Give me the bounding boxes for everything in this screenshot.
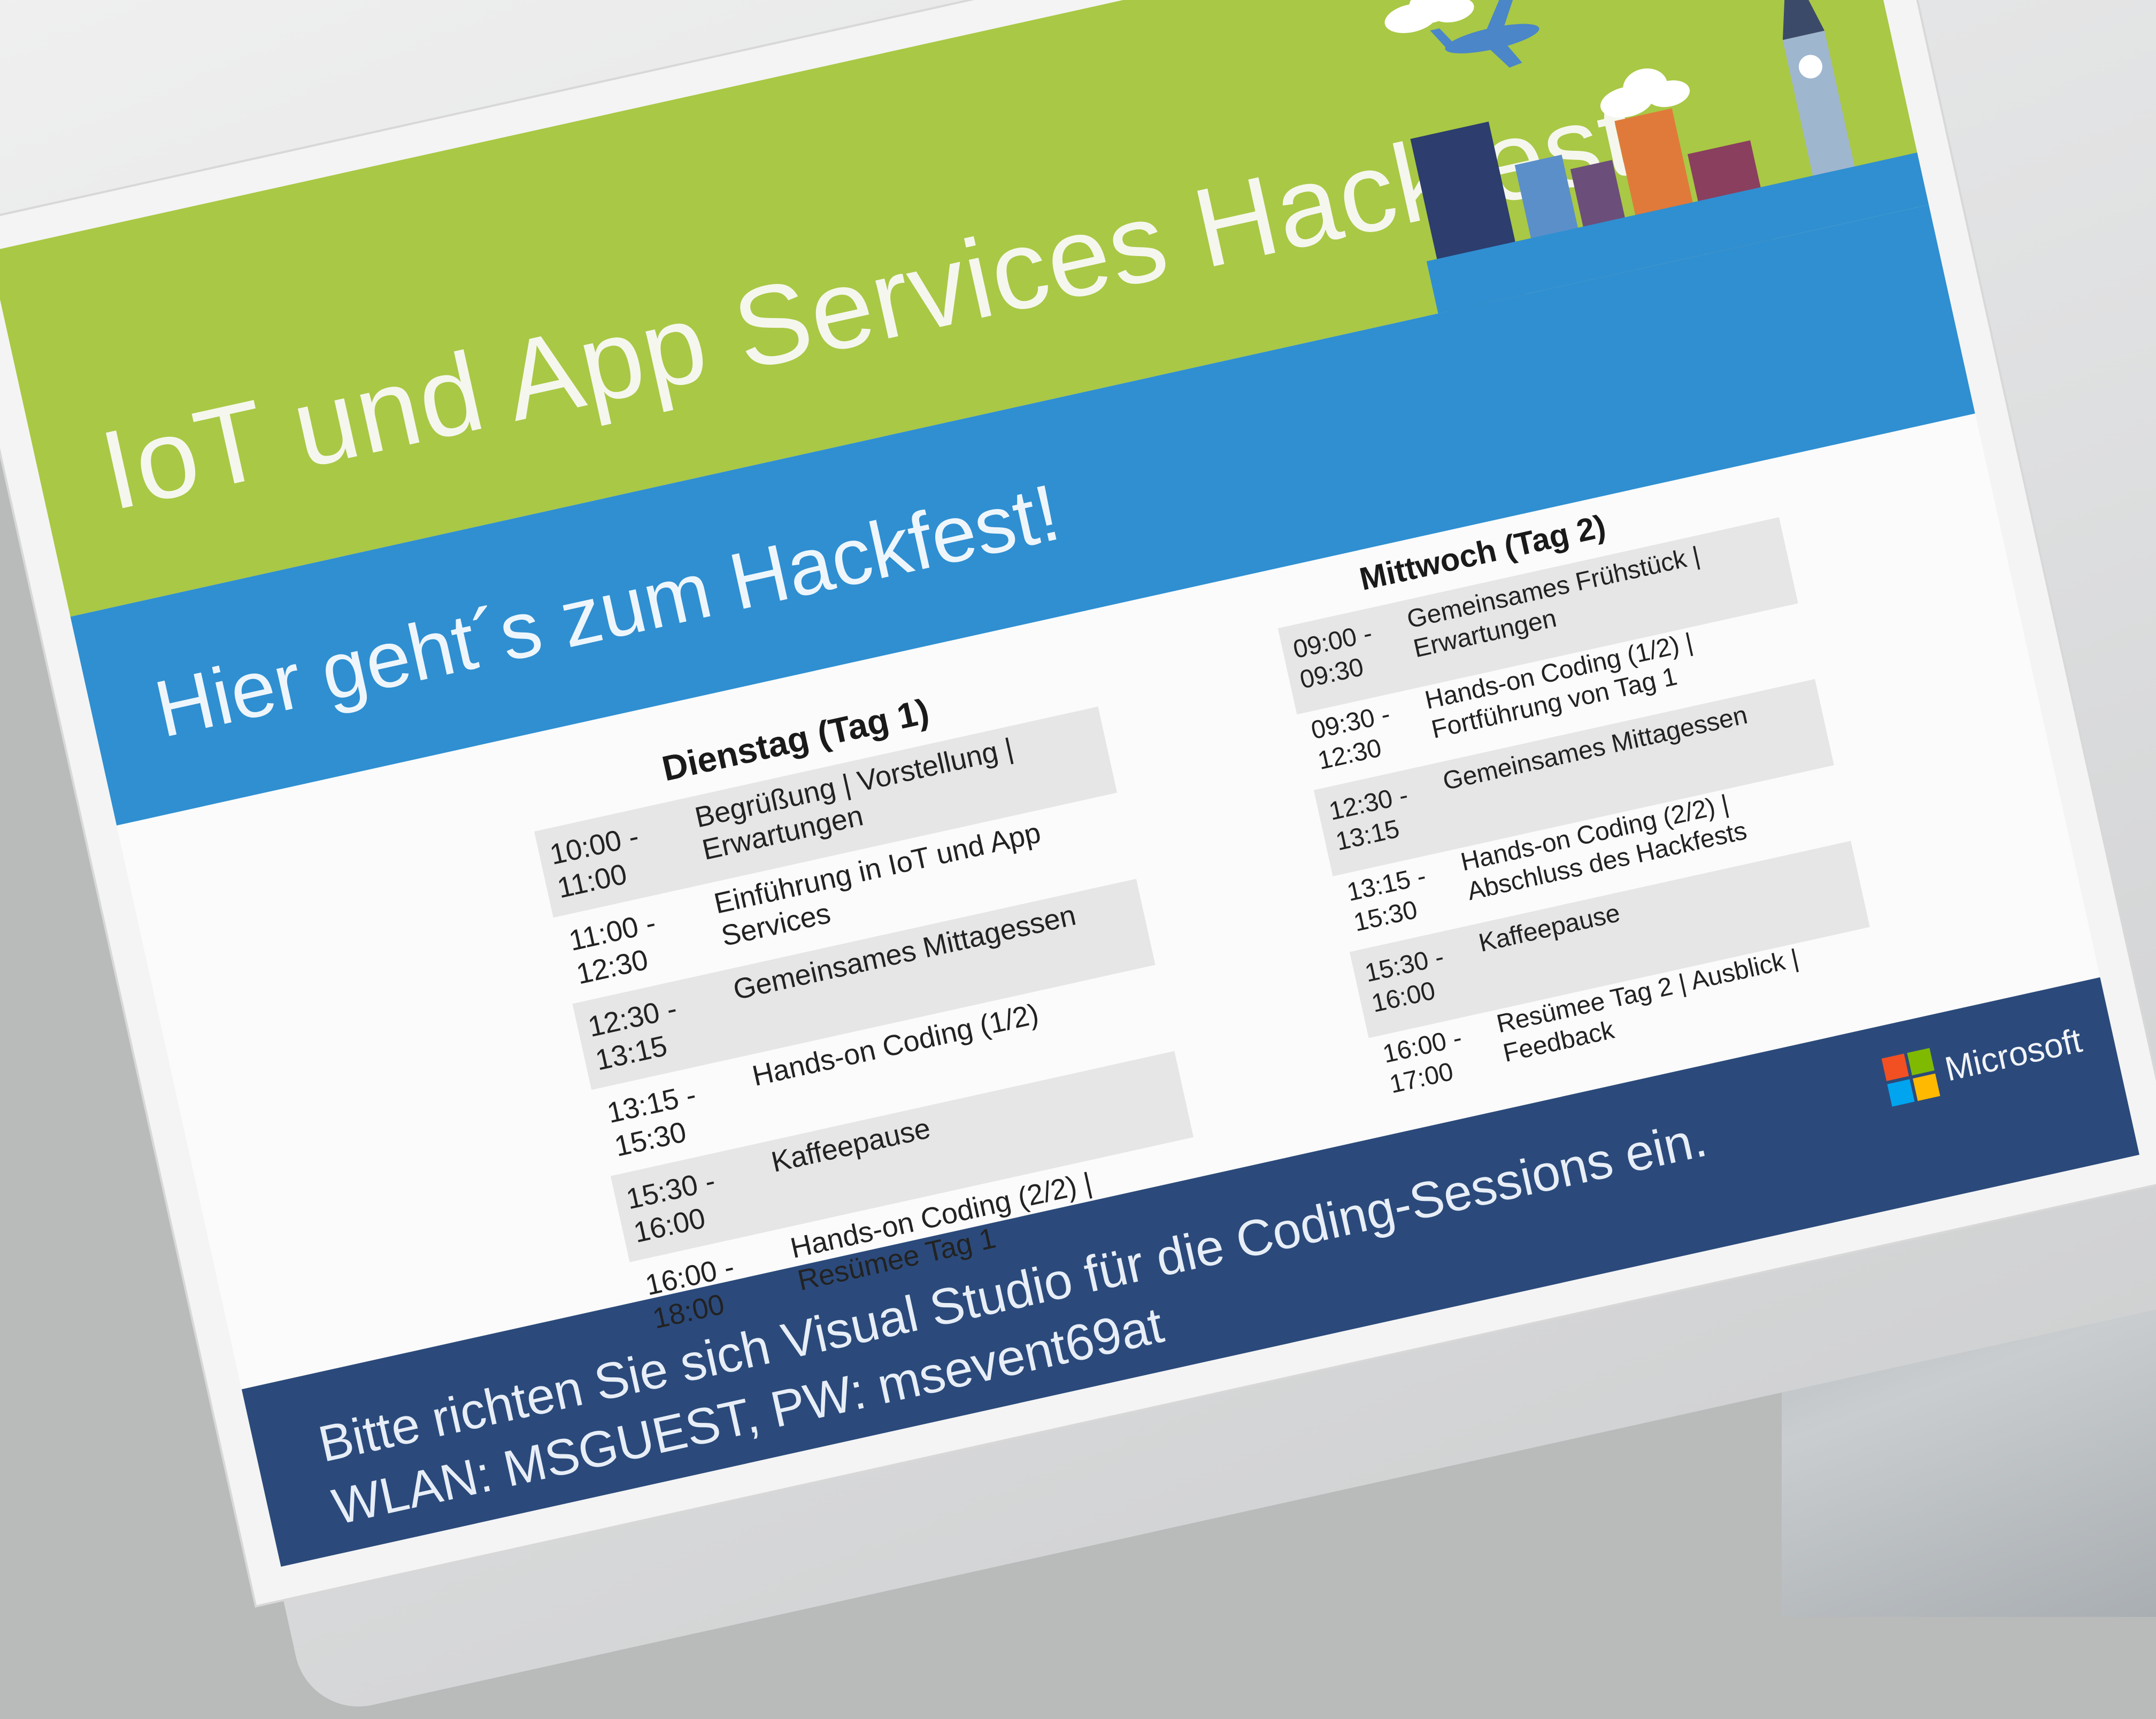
session-time: 13:15 - 15:30 [604,1078,699,1163]
session-time: 12:30 - 13:15 [585,992,680,1077]
session-time: 11:00 - 12:30 [566,906,659,991]
day2-schedule: Mittwoch (Tag 2) 09:00 - 09:30 Gemeinsam… [1267,471,1890,1130]
session-time: 15:30 - 16:00 [623,1165,718,1249]
session-time: 10:00 - 11:00 [546,820,642,905]
microsoft-windows-icon [1882,1047,1941,1107]
